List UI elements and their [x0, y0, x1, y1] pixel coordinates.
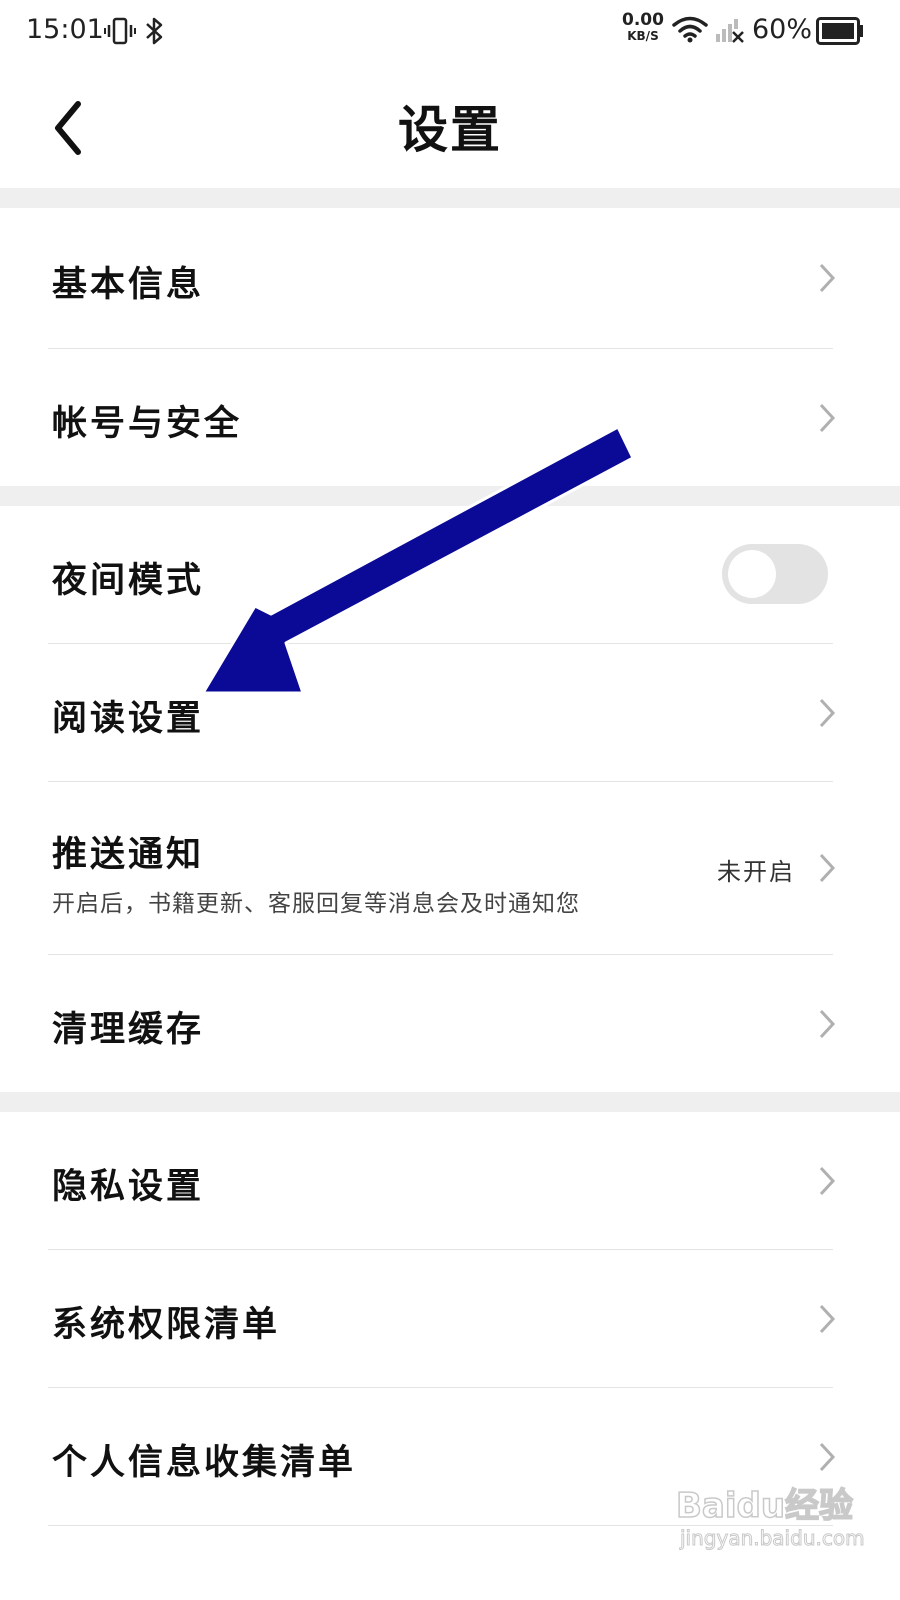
battery-percent: 60%: [752, 14, 813, 45]
menu-item-account-security[interactable]: 帐号与安全: [0, 349, 900, 486]
chevron-right-icon: [819, 403, 836, 433]
menu-item-push-notifications[interactable]: 推送通知 开启后，书籍更新、客服回复等消息会及时通知您 未开启: [0, 782, 900, 954]
network-speed-value: 0.00: [622, 10, 664, 30]
push-status-value: 未开启: [717, 858, 795, 886]
network-speed: 0.00 KB/S: [622, 12, 664, 44]
toggle-knob: [728, 550, 776, 598]
chevron-right-icon: [819, 1304, 836, 1334]
chevron-right-icon: [819, 263, 836, 293]
menu-item-label: 阅读设置: [52, 698, 205, 739]
watermark-logo: Baidu经验: [675, 1485, 854, 1527]
menu-item-description: 开启后，书籍更新、客服回复等消息会及时通知您: [52, 891, 580, 917]
menu-item-system-permissions[interactable]: 系统权限清单: [0, 1250, 900, 1387]
menu-item-label: 个人信息收集清单: [52, 1442, 357, 1483]
menu-item-label: 基本信息: [52, 264, 205, 305]
network-speed-unit: KB/S: [627, 29, 659, 43]
vibrate-icon: [104, 17, 136, 45]
menu-item-label: 帐号与安全: [52, 403, 243, 444]
menu-item-night-mode: 夜间模式: [0, 506, 900, 643]
chevron-right-icon: [819, 853, 836, 883]
section-separator: [0, 1092, 900, 1112]
chevron-right-icon: [819, 698, 836, 728]
baidu-watermark: Baidu经验 jingyan.baidu.com: [675, 1472, 876, 1582]
menu-item-label: 推送通知: [52, 834, 205, 875]
chevron-right-icon: [819, 1442, 836, 1472]
battery-icon: [816, 17, 863, 45]
menu-item-label: 隐私设置: [52, 1166, 205, 1207]
wifi-icon: [672, 16, 708, 43]
page-title: 设置: [398, 100, 502, 159]
watermark-site: jingyan.baidu.com: [680, 1526, 866, 1551]
menu-item-label: 夜间模式: [52, 560, 205, 601]
menu-item-clear-cache[interactable]: 清理缓存: [0, 955, 900, 1092]
section-separator: [0, 188, 900, 208]
night-mode-toggle[interactable]: [722, 544, 828, 604]
menu-item-privacy-settings[interactable]: 隐私设置: [0, 1112, 900, 1249]
chevron-right-icon: [819, 1009, 836, 1039]
chevron-right-icon: [819, 1166, 836, 1196]
status-bar: 15:01 0.00 KB/S 60%: [0, 0, 900, 62]
app-header: 设置: [0, 62, 900, 190]
menu-item-label: 清理缓存: [52, 1009, 205, 1050]
menu-item-label: 系统权限清单: [52, 1304, 281, 1345]
cellular-no-signal-icon: [716, 19, 744, 43]
menu-item-reading-settings[interactable]: 阅读设置: [0, 644, 900, 781]
bluetooth-icon: [146, 17, 163, 45]
status-time: 15:01: [26, 14, 104, 45]
menu-item-basic-info[interactable]: 基本信息: [0, 208, 900, 348]
section-separator: [0, 486, 900, 506]
